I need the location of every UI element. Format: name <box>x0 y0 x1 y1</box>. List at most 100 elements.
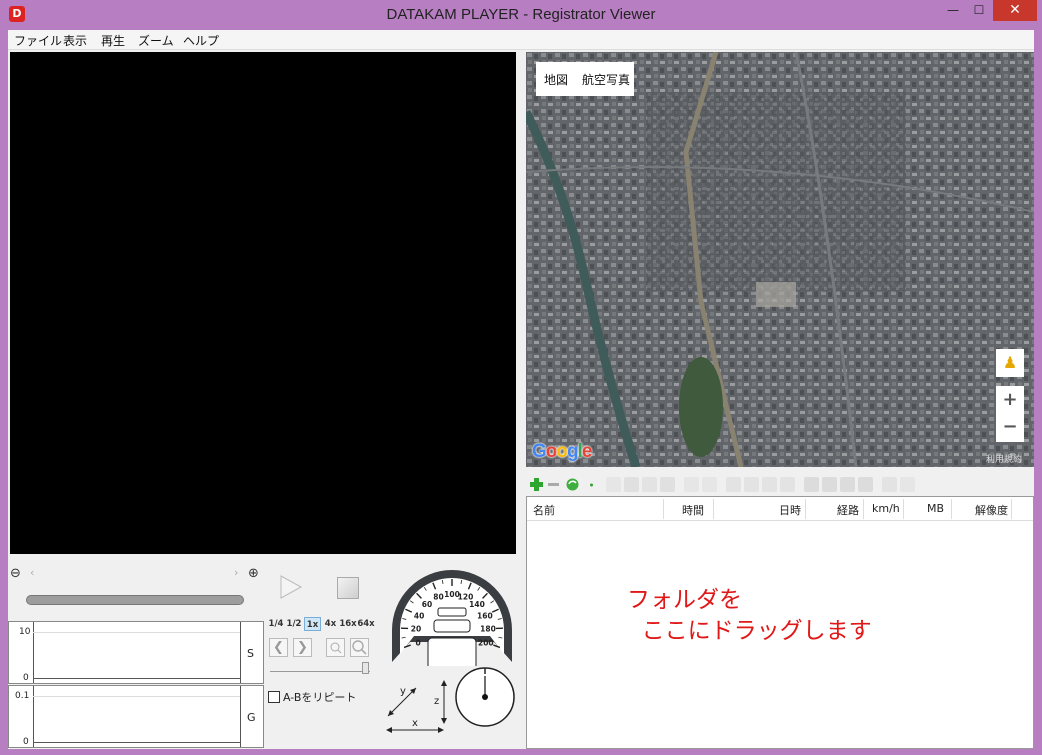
clipboard-icon[interactable] <box>660 477 675 492</box>
prev-frame-button[interactable]: ❮ <box>269 638 288 657</box>
remove-icon[interactable] <box>546 477 561 492</box>
graph-gridline <box>33 696 240 697</box>
column-size[interactable]: MB <box>927 502 944 515</box>
scissors-icon[interactable] <box>702 477 717 492</box>
frame-icon[interactable] <box>744 477 759 492</box>
speed-selector: 1/4 1/2 1x 4x 16x 64x <box>268 617 375 631</box>
graph-gridline <box>33 632 240 633</box>
column-separator[interactable] <box>951 499 952 519</box>
image-icon[interactable] <box>840 477 855 492</box>
play-icon <box>280 575 303 599</box>
export-icon[interactable] <box>858 477 873 492</box>
refresh-icon[interactable] <box>565 477 580 492</box>
playback-progress-bar[interactable] <box>26 595 244 605</box>
map-type-map[interactable]: 地図 <box>544 71 568 88</box>
speed-option[interactable]: 1/4 <box>268 617 284 631</box>
minimize-button[interactable]: — <box>940 0 966 21</box>
satellite-map[interactable]: 地図 航空写真 ♟ + − Google 利用規約 <box>526 52 1034 467</box>
x-axis-arrow <box>438 727 444 733</box>
cut-icon[interactable] <box>684 477 699 492</box>
speed-option[interactable]: 1/2 <box>285 617 303 631</box>
column-separator[interactable] <box>713 499 714 519</box>
street-view-pegman-icon[interactable]: ♟ <box>996 349 1024 377</box>
volume-slider[interactable] <box>270 666 370 672</box>
dot-icon[interactable] <box>584 477 599 492</box>
column-speed[interactable]: km/h <box>872 502 900 515</box>
volume-slider-thumb[interactable] <box>362 662 369 674</box>
column-separator[interactable] <box>903 499 904 519</box>
park-area <box>679 357 723 457</box>
grid-icon[interactable] <box>822 477 837 492</box>
zoom-reduce-button[interactable] <box>326 638 345 657</box>
speed-option[interactable]: 4x <box>323 617 338 631</box>
map-zoom-in-button[interactable]: + <box>996 389 1024 410</box>
zoom-enlarge-button[interactable] <box>350 638 369 657</box>
google-logo-letter: g <box>567 441 579 462</box>
z-axis-label: z <box>434 696 439 707</box>
select-icon[interactable] <box>726 477 741 492</box>
speed-graph: 10 0 S <box>8 621 264 684</box>
menu-bar: ファイル 表示 再生 ズーム ヘルプ <box>8 30 1034 50</box>
next-frame-button[interactable]: ❯ <box>293 638 312 657</box>
speed-option-active[interactable]: 1x <box>304 617 321 631</box>
gauge-tick-label: 60 <box>422 600 432 609</box>
copy-icon[interactable] <box>606 477 621 492</box>
column-resolution[interactable]: 解像度 <box>975 502 1008 518</box>
menu-file[interactable]: ファイル <box>14 32 62 49</box>
map-type-satellite[interactable]: 航空写真 <box>582 71 630 88</box>
link-icon[interactable] <box>882 477 897 492</box>
play-button[interactable] <box>279 575 303 599</box>
video-viewport[interactable] <box>10 52 516 554</box>
chat-icon[interactable] <box>762 477 777 492</box>
menu-view[interactable]: 表示 <box>63 32 87 49</box>
gforce-graph-min-label: 0 <box>23 737 29 747</box>
seek-left-icon[interactable]: ‹ <box>30 566 34 579</box>
google-logo: Google <box>532 441 593 463</box>
delete-icon[interactable] <box>624 477 639 492</box>
speed-option[interactable]: 64x <box>357 617 375 631</box>
column-datetime[interactable]: 日時 <box>779 502 801 518</box>
gforce-graph-max-label: 0.1 <box>15 691 30 701</box>
menu-help[interactable]: ヘルプ <box>183 32 219 49</box>
column-name[interactable]: 名前 <box>533 502 555 518</box>
speed-option[interactable]: 16x <box>339 617 357 631</box>
column-separator[interactable] <box>863 499 864 519</box>
title-bar[interactable]: D DATAKAM PLAYER - Registrator Viewer — … <box>0 0 1042 30</box>
chevron-right-icon: ❯ <box>297 640 308 655</box>
column-separator[interactable] <box>663 499 664 519</box>
column-duration[interactable]: 時間 <box>682 502 704 518</box>
google-logo-letter: o <box>556 441 568 462</box>
close-button[interactable]: ✕ <box>993 0 1037 21</box>
zoom-in-icon[interactable]: ⊕ <box>248 566 259 581</box>
graph-baseline <box>33 742 240 743</box>
search-icon[interactable] <box>780 477 795 492</box>
z-axis-arrow <box>441 680 447 686</box>
graph-border <box>240 686 241 747</box>
zoom-out-icon[interactable]: ⊖ <box>10 566 21 581</box>
ab-repeat-checkbox[interactable] <box>268 691 280 703</box>
map-terms-link[interactable]: 利用規約 <box>986 452 1022 465</box>
column-separator[interactable] <box>805 499 806 519</box>
globe-icon[interactable] <box>804 477 819 492</box>
seek-right-icon[interactable]: › <box>234 566 238 579</box>
gauge-tick-label: 0 <box>416 638 421 647</box>
file-toolbar <box>526 475 1034 495</box>
google-logo-letter: e <box>581 441 593 462</box>
map-zoom-control: + − <box>996 386 1024 442</box>
menu-zoom[interactable]: ズーム <box>138 32 174 49</box>
graph-baseline <box>33 678 240 679</box>
save-icon[interactable] <box>642 477 657 492</box>
menu-playback[interactable]: 再生 <box>101 32 125 49</box>
magnifier-large-icon <box>352 640 367 655</box>
file-list[interactable]: 名前 時間 日時 経路 km/h MB 解像度 フォルダを ここにドラッグします <box>526 496 1034 749</box>
app-window: D DATAKAM PLAYER - Registrator Viewer — … <box>0 0 1042 755</box>
column-route[interactable]: 経路 <box>837 502 859 518</box>
map-zoom-out-button[interactable]: − <box>996 416 1024 437</box>
gauge-tick-label: 160 <box>477 611 493 620</box>
add-icon[interactable] <box>529 477 544 492</box>
column-separator[interactable] <box>1011 499 1012 519</box>
maximize-button[interactable]: ☐ <box>966 0 992 21</box>
document-icon[interactable] <box>900 477 915 492</box>
speed-graph-name: S <box>247 647 254 660</box>
stop-button[interactable] <box>337 577 359 599</box>
